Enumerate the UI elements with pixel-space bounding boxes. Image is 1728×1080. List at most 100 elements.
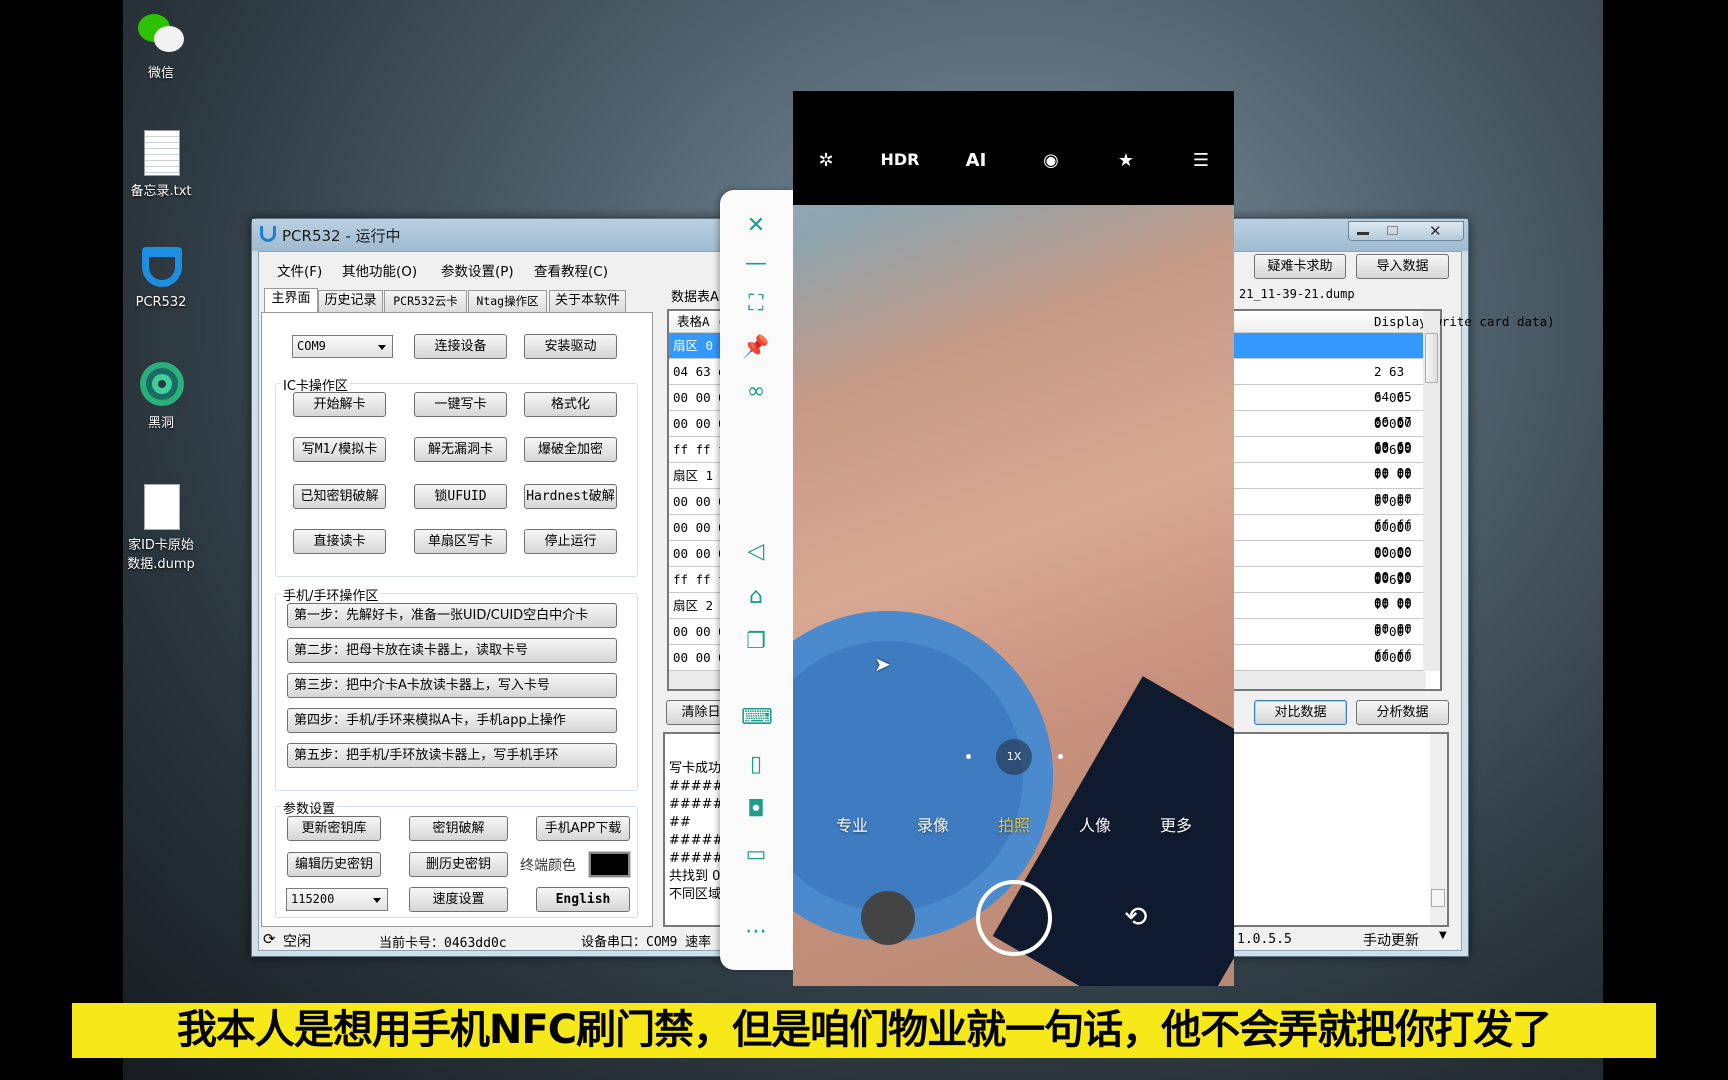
ai-icon[interactable]: AI [956, 150, 996, 171]
log-scrollbar[interactable] [1430, 734, 1447, 925]
camera-mode-3[interactable]: 拍照 [984, 812, 1044, 836]
terminal-color-swatch[interactable] [588, 851, 631, 878]
wechat-icon [138, 12, 184, 58]
minimize-button[interactable] [1357, 232, 1369, 235]
zoom-level[interactable]: 1X [996, 739, 1032, 775]
key-crack-button[interactable]: 密钥破解 [409, 816, 508, 841]
log-line: 共找到 0 [669, 869, 721, 884]
minimize-icon[interactable]: — [741, 249, 771, 279]
ic-button[interactable]: 已知密钥破解 [293, 484, 386, 509]
ic-button[interactable]: 开始解卡 [293, 392, 386, 417]
import-data-button[interactable]: 导入数据 [1356, 254, 1449, 279]
folder-icon[interactable]: ▭ [741, 840, 771, 870]
flash-off-icon[interactable]: ✲ [806, 150, 846, 171]
camera-mode-4[interactable]: 人像 [1065, 812, 1125, 836]
install-driver-button[interactable]: 安装驱动 [524, 334, 617, 359]
speed-settings-button[interactable]: 速度设置 [409, 887, 508, 912]
ic-button[interactable]: Hardnest破解 [524, 484, 617, 509]
scrollbar-thumb[interactable] [1431, 889, 1445, 907]
ic-button[interactable]: 写M1/模拟卡 [293, 437, 386, 462]
more-icon[interactable]: ⋯ [741, 917, 771, 947]
menu-other[interactable]: 其他功能(O) [342, 260, 417, 280]
tab-about[interactable]: 关于本软件 [549, 290, 626, 312]
step-button-4[interactable]: 第四步：手机/手环来模拟A卡，手机app上操作 [287, 708, 617, 733]
camera-mode-5[interactable]: 更多 [1146, 812, 1206, 836]
log-line: 不同区域 [669, 887, 722, 902]
chevron-down-icon[interactable]: ▼ [1439, 930, 1447, 941]
gallery-thumbnail[interactable] [861, 891, 915, 945]
delete-history-keys-button[interactable]: 删历史密钥 [409, 852, 508, 877]
home-icon[interactable]: ⌂ [741, 582, 771, 612]
live-photo-icon[interactable]: ◉ [1031, 150, 1071, 171]
update-mode-select[interactable]: 手动更新 [1363, 930, 1419, 950]
text-file-icon [138, 130, 184, 176]
maximize-button[interactable] [1387, 226, 1398, 235]
shutter-button[interactable] [976, 880, 1052, 956]
ic-button[interactable]: 解无漏洞卡 [414, 437, 507, 462]
app-download-button[interactable]: 手机APP下载 [536, 816, 630, 841]
camera-icon[interactable]: ◘ [741, 795, 771, 825]
zoom-dot[interactable] [1058, 754, 1063, 759]
ic-button[interactable]: 爆破全加密 [524, 437, 617, 462]
analyze-data-button[interactable]: 分析数据 [1356, 700, 1449, 725]
desktop-icon-blackhole[interactable]: 黑洞 [113, 362, 209, 431]
log-line: ## [669, 815, 691, 830]
step-button-2[interactable]: 第二步：把母卡放在读卡器上，读取卡号 [287, 638, 617, 663]
ic-button[interactable]: 格式化 [524, 392, 617, 417]
status-state: 空闲 [283, 934, 311, 950]
device-port: 设备串口：COM9 速率 [581, 935, 712, 950]
update-keys-button[interactable]: 更新密钥库 [287, 816, 381, 841]
menu-icon[interactable]: ☰ [1181, 150, 1221, 171]
cell-left: 扇区 1 [673, 468, 714, 483]
vertical-scrollbar[interactable] [1423, 311, 1440, 671]
desktop-icon-wechat[interactable]: 微信 [113, 12, 209, 81]
menu-tutorial[interactable]: 查看教程(C) [534, 260, 608, 280]
desktop-icon-dump-file[interactable]: 家ID卡原始 数据.dump [113, 484, 209, 572]
pin-icon[interactable]: 📌 [741, 333, 771, 363]
menu-params[interactable]: 参数设置(P) [441, 260, 514, 280]
back-icon[interactable]: ◁ [741, 537, 771, 567]
phone-group-label: 手机/手环操作区 [281, 585, 381, 604]
current-card-number: 当前卡号：0463dd0c [379, 936, 507, 951]
ic-button[interactable]: 单扇区写卡 [414, 529, 507, 554]
tab-ntag[interactable]: Ntag操作区 [468, 290, 547, 312]
camera-mode-2[interactable]: 录像 [903, 812, 963, 836]
beauty-icon[interactable]: ★ [1106, 150, 1146, 171]
ic-button[interactable]: 一键写卡 [414, 392, 507, 417]
english-button[interactable]: English [536, 887, 630, 912]
step-button-3[interactable]: 第三步：把中介卡A卡放读卡器上，写入卡号 [287, 673, 617, 698]
tab-cloud-card[interactable]: PCR532云卡 [384, 290, 467, 312]
difficult-card-help-button[interactable]: 疑难卡求助 [1254, 254, 1346, 279]
scrollbar-thumb[interactable] [1425, 333, 1438, 383]
desktop-icon-memo[interactable]: 备忘录.txt [113, 130, 209, 199]
ic-button[interactable]: 锁UFUID [414, 484, 507, 509]
step-button-5[interactable]: 第五步：把手机/手环放读卡器上，写手机手环 [287, 743, 617, 768]
close-icon[interactable]: ✕ [741, 211, 771, 241]
zoom-dot[interactable] [966, 754, 971, 759]
phone-icon[interactable]: ▯ [741, 750, 771, 780]
edit-history-keys-button[interactable]: 编辑历史密钥 [287, 852, 381, 877]
keyboard-icon[interactable]: ⌨ [741, 703, 773, 733]
ic-button[interactable]: 停止运行 [524, 529, 617, 554]
switch-camera-icon[interactable]: ⟲ [1124, 900, 1147, 933]
camera-viewfinder[interactable] [793, 91, 1234, 986]
baud-rate-select[interactable]: 115200 [286, 888, 388, 911]
multi-window-icon[interactable]: ❐ [741, 627, 771, 657]
mouse-cursor-icon: ➤ [874, 652, 891, 676]
close-button[interactable]: ✕ [1429, 222, 1442, 240]
menu-file[interactable]: 文件(F) [277, 260, 322, 280]
link-add-icon[interactable]: ∞ [741, 377, 771, 407]
tab-main[interactable]: 主界面 [264, 288, 318, 312]
fullscreen-icon[interactable]: ⛶ [741, 289, 771, 319]
tab-history[interactable]: 历史记录 [318, 290, 383, 312]
camera-mode-1[interactable]: 专业 [822, 812, 882, 836]
hdr-icon[interactable]: HDR [880, 150, 920, 169]
connect-device-button[interactable]: 连接设备 [414, 334, 507, 359]
ic-button[interactable]: 直接读卡 [293, 529, 386, 554]
window-controls: ✕ [1348, 221, 1464, 241]
desktop-icon-pcr532[interactable]: PCR532 [113, 245, 209, 310]
compare-data-button[interactable]: 对比数据 [1254, 700, 1347, 725]
step-button-1[interactable]: 第一步：先解好卡，准备一张UID/CUID空白中介卡 [287, 603, 617, 628]
port-select[interactable]: COM9 [292, 335, 393, 358]
pcr532-app-icon [138, 245, 184, 291]
